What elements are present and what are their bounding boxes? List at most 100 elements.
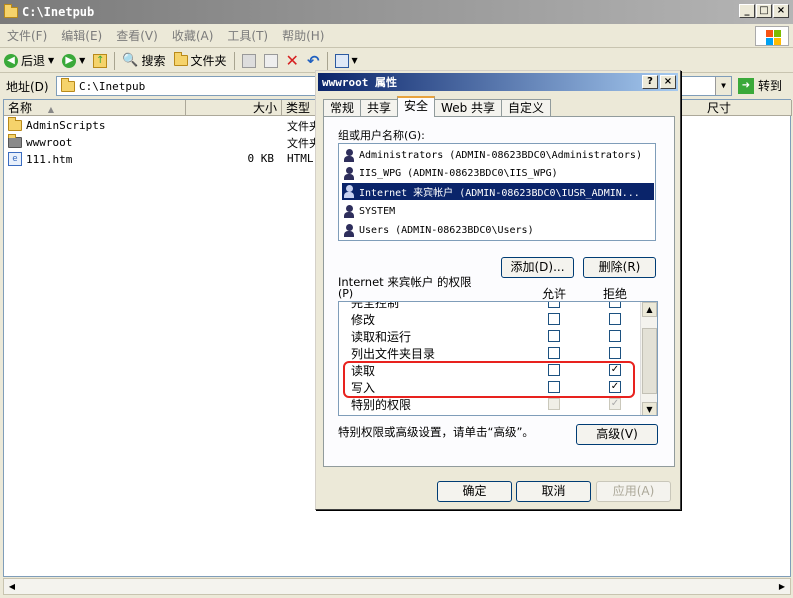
file-name: AdminScripts (26, 118, 106, 132)
tab-general[interactable]: 常规 (323, 99, 362, 117)
allow-checkbox[interactable] (548, 302, 560, 308)
menu-file[interactable]: 文件(F) (0, 27, 54, 44)
folder-icon (8, 133, 22, 148)
minimize-button[interactable]: _ (739, 4, 755, 18)
close-button[interactable]: × (773, 4, 789, 18)
highlight-annotation (343, 361, 635, 398)
delete-button[interactable]: ✕ (282, 51, 303, 70)
ok-button[interactable]: 确定 (437, 481, 512, 502)
file-name: 111.htm (26, 152, 73, 166)
forward-arrow-icon: ▶ (62, 53, 77, 68)
forward-button[interactable]: ▶ ▼ (58, 53, 89, 68)
undo-icon: ↶ (306, 51, 320, 70)
scroll-right-icon[interactable]: ▶ (775, 580, 789, 593)
tab-strip: 常规 共享 安全 Web 共享 自定义 (323, 96, 552, 117)
chevron-down-icon: ▼ (48, 56, 55, 65)
scroll-thumb[interactable] (642, 328, 657, 394)
users-icon (342, 223, 356, 238)
column-header-dimensions[interactable]: 尺寸 (703, 100, 792, 116)
folder-icon (4, 3, 18, 18)
allow-header: 允许 (542, 287, 567, 301)
file-row[interactable]: e 111.htm (8, 151, 72, 167)
back-button[interactable]: ◀ 后退 ▼ (0, 52, 58, 69)
menu-edit[interactable]: 编辑(E) (54, 27, 109, 44)
remove-button[interactable]: 删除(R) (583, 257, 656, 278)
permission-name: 列出文件夹目录 (351, 347, 436, 361)
folders-label: 文件夹 (190, 54, 227, 68)
tab-custom[interactable]: 自定义 (501, 99, 552, 117)
permission-row: 列出文件夹目录 (339, 344, 641, 361)
user-list-item[interactable]: SYSTEM (342, 203, 654, 220)
toolbar-separator (326, 51, 328, 70)
tab-sharing[interactable]: 共享 (360, 99, 399, 117)
back-arrow-icon: ◀ (4, 53, 18, 68)
add-button[interactable]: 添加(D)... (501, 257, 574, 278)
user-list-item-selected[interactable]: Internet 来宾帐户 (ADMIN-08623BDC0\IUSR_ADMI… (342, 183, 654, 200)
folder-icon (8, 116, 22, 131)
folders-button[interactable]: 文件夹 (170, 52, 231, 69)
delete-icon: ✕ (285, 51, 299, 70)
allow-checkbox-disabled (548, 398, 560, 410)
deny-checkbox-disabled: ✓ (609, 398, 621, 410)
search-button[interactable]: 🔍 搜索 (118, 52, 169, 69)
tab-security[interactable]: 安全 (397, 96, 436, 117)
permission-row: 修改 (339, 310, 641, 327)
users-icon (342, 148, 356, 163)
user-list-item[interactable]: Users (ADMIN-08623BDC0\Users) (342, 222, 654, 239)
column-header-name[interactable]: 名称 ▲ (4, 100, 186, 116)
toolbar-separator (114, 51, 116, 70)
user-list[interactable]: Administrators (ADMIN-08623BDC0\Administ… (338, 143, 656, 241)
go-label: 转到 (758, 79, 783, 93)
tab-web-sharing[interactable]: Web 共享 (434, 99, 503, 117)
allow-checkbox[interactable] (548, 347, 560, 359)
views-button[interactable]: ▼ (331, 53, 362, 68)
scroll-left-icon[interactable]: ◀ (5, 580, 19, 593)
allow-checkbox[interactable] (548, 330, 560, 342)
allow-checkbox[interactable] (548, 313, 560, 325)
dialog-close-button[interactable]: × (660, 75, 676, 89)
permission-name: 修改 (351, 313, 376, 327)
undo-button[interactable]: ↶ (303, 52, 324, 70)
advanced-button[interactable]: 高级(V) (576, 424, 658, 445)
up-folder-button[interactable]: ↑ (89, 53, 111, 68)
menu-tools[interactable]: 工具(T) (220, 27, 275, 44)
user-name: SYSTEM (359, 206, 396, 217)
user-list-item[interactable]: Administrators (ADMIN-08623BDC0\Administ… (342, 147, 654, 164)
deny-checkbox[interactable] (609, 302, 621, 308)
permissions-list[interactable]: 完全控制 修改 读取和运行 列出文件夹目录 读取 ✓ 写入 ✓ 特别的权限 ✓ … (338, 301, 658, 416)
apply-button[interactable]: 应用(A) (596, 481, 671, 502)
file-row[interactable]: AdminScripts (8, 116, 106, 133)
permission-name: 读取和运行 (351, 330, 412, 344)
deny-checkbox[interactable] (609, 347, 621, 359)
menu-view[interactable]: 查看(V) (109, 27, 165, 44)
scroll-up-icon[interactable]: ▲ (642, 302, 657, 317)
file-row[interactable]: wwwroot (8, 133, 72, 150)
permission-row: 读取和运行 (339, 327, 641, 344)
search-label: 搜索 (141, 54, 166, 68)
address-dropdown-button[interactable]: ▼ (715, 77, 731, 95)
user-list-item[interactable]: IIS_WPG (ADMIN-08623BDC0\IIS_WPG) (342, 165, 654, 182)
column-header-size[interactable]: 大小 (186, 100, 282, 116)
permissions-scrollbar[interactable]: ▲ ▼ (640, 302, 657, 415)
horizontal-scrollbar[interactable]: ◀ ▶ (3, 578, 791, 595)
copy-to-button[interactable] (260, 53, 282, 68)
column-name-label: 名称 (8, 101, 33, 115)
copy-to-icon (263, 53, 278, 68)
deny-checkbox[interactable] (609, 330, 621, 342)
maximize-button[interactable]: □ (756, 4, 772, 18)
dialog-title: wwwroot 属性 (322, 76, 397, 89)
user-name: Users (ADMIN-08623BDC0\Users) (359, 225, 534, 236)
menu-favorites[interactable]: 收藏(A) (165, 27, 221, 44)
html-file-icon: e (8, 152, 22, 166)
deny-checkbox[interactable] (609, 313, 621, 325)
properties-dialog: wwwroot 属性 ? × 常规 共享 安全 Web 共享 自定义 组或用户名… (315, 70, 681, 510)
scroll-down-icon[interactable]: ▼ (642, 402, 657, 415)
move-to-icon (241, 53, 256, 68)
cancel-button[interactable]: 取消 (516, 481, 591, 502)
user-name: IIS_WPG (ADMIN-08623BDC0\IIS_WPG) (359, 168, 558, 179)
move-to-button[interactable] (238, 53, 260, 68)
go-button[interactable]: ➜ 转到 (738, 77, 782, 94)
users-icon (342, 204, 356, 219)
menu-help[interactable]: 帮助(H) (275, 27, 331, 44)
help-button[interactable]: ? (642, 75, 658, 89)
